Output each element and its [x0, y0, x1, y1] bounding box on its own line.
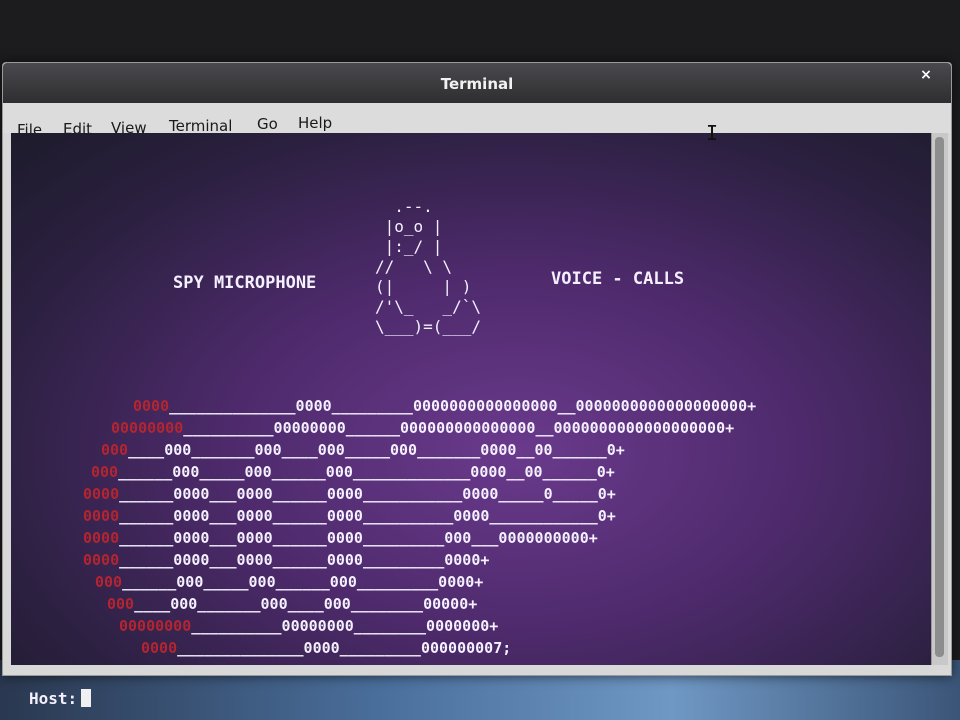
terminal-window: Terminal × File Edit View Terminal Go He…	[2, 62, 952, 708]
text-cursor	[81, 689, 92, 707]
menu-go[interactable]: Go	[257, 115, 278, 133]
terminal-output-area[interactable]: .--. |o_o | |:_/ | // \ \ (| | ) /'\_ _/…	[11, 133, 931, 708]
tux-ascii-art: .--. |o_o | |:_/ | // \ \ (| | ) /'\_ _/…	[375, 197, 481, 336]
menu-bar: File Edit View Terminal Go Help	[3, 103, 951, 139]
code-line: 00000000__________00000000________000000…	[119, 617, 499, 635]
ibeam-cursor-icon: I	[706, 121, 719, 145]
code-line: 000____000_______000____000________00000…	[107, 595, 478, 613]
code-line: 00000000__________00000000______00000000…	[111, 419, 735, 437]
host-prompt-label: Host:	[29, 689, 78, 708]
menu-help[interactable]: Help	[298, 114, 332, 132]
code-line: 000______000_____000______000_________00…	[95, 573, 484, 591]
code-line: 0000______0000___0000______0000_________…	[83, 551, 490, 569]
code-line: 0000______0000___0000______0000_________…	[83, 507, 616, 525]
host-prompt[interactable]: Host:	[29, 689, 92, 708]
title-bar[interactable]: Terminal ×	[3, 63, 951, 103]
code-line: 0000______0000___0000______0000_________…	[83, 529, 598, 547]
voice-calls-label: VOICE - CALLS	[551, 269, 685, 289]
code-line: 000____000_______000____000_____000_____…	[101, 441, 625, 459]
code-line: 0000______________0000_________000000007…	[141, 639, 512, 657]
code-line: 000______000_____000______000___________…	[91, 463, 615, 481]
scrollbar-thumb[interactable]	[935, 137, 944, 657]
code-line: 0000______________0000_________000000000…	[133, 397, 757, 415]
window-title: Terminal	[440, 75, 514, 93]
spy-microphone-label: SPY MICROPHONE	[173, 273, 317, 293]
vertical-scrollbar[interactable]	[931, 133, 948, 665]
close-icon[interactable]: ×	[915, 66, 937, 84]
code-line: 0000______0000___0000______0000_________…	[83, 485, 616, 503]
